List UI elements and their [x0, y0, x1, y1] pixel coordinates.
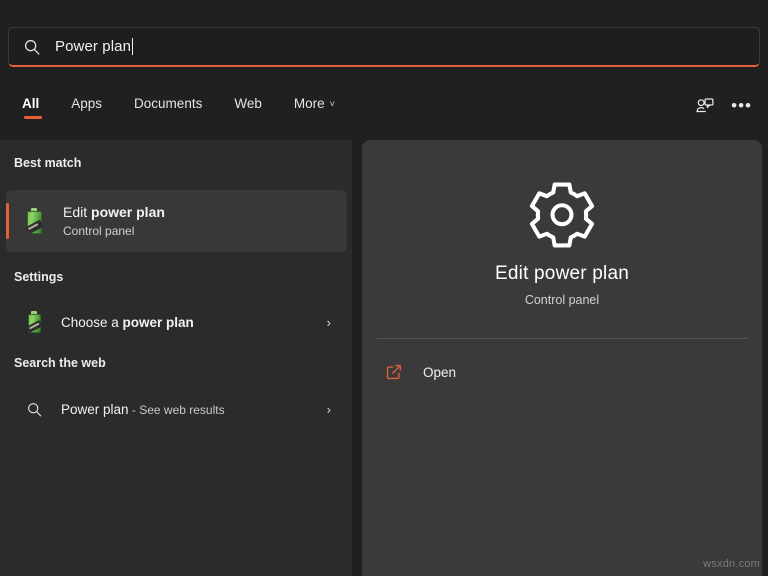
tab-all-label: All: [22, 95, 40, 111]
tab-documents-label: Documents: [134, 95, 203, 111]
tab-apps[interactable]: Apps: [55, 92, 118, 121]
result-subtitle: Control panel: [63, 224, 135, 238]
tab-documents[interactable]: Documents: [118, 92, 218, 121]
feedback-person-icon[interactable]: [691, 93, 717, 119]
result-row-web-search[interactable]: Power plan - See web results ›: [6, 389, 347, 429]
preview-divider: [377, 338, 748, 339]
result-title-bold: power plan: [91, 204, 165, 220]
result-row-choose-a-power-plan[interactable]: Choose a power plan ›: [6, 302, 347, 342]
section-header-best-match: Best match: [14, 156, 82, 170]
result-row-edit-power-plan[interactable]: Edit power plan Control panel: [6, 190, 347, 252]
search-input-value[interactable]: Power plan: [55, 38, 131, 55]
preview-subtitle: Control panel: [524, 293, 600, 307]
text-caret: [132, 38, 134, 55]
chevron-right-icon[interactable]: ›: [327, 403, 331, 416]
result-title-suffix: - See web results: [128, 402, 225, 417]
gear-settings-icon: [362, 176, 762, 260]
result-text-group: Edit power plan Control panel: [63, 203, 165, 239]
tab-apps-label: Apps: [71, 95, 103, 111]
result-title-bold: power plan: [122, 314, 194, 330]
battery-power-icon: [21, 309, 47, 335]
open-action-label: Open: [423, 364, 457, 380]
tab-web[interactable]: Web: [218, 92, 278, 121]
chevron-down-icon: ˅: [329, 98, 335, 109]
section-header-settings: Settings: [14, 270, 64, 284]
result-title-query: Power plan: [61, 401, 129, 417]
windows-search-flyout: Power plan All Apps Documents Web More ˅: [0, 0, 768, 576]
section-header-search-the-web: Search the web: [14, 356, 106, 370]
result-title: Power plan - See web results: [61, 402, 225, 417]
tab-all[interactable]: All: [10, 92, 55, 121]
result-title-plain: Edit: [63, 204, 92, 220]
watermark: wsxdn.com: [703, 558, 760, 570]
tab-more[interactable]: More ˅: [278, 92, 351, 121]
result-title: Edit power plan: [63, 203, 165, 221]
filter-tabs: All Apps Documents Web More ˅: [0, 92, 351, 121]
tab-more-label: More: [293, 95, 325, 111]
battery-power-icon: [18, 205, 50, 237]
search-icon: [23, 38, 41, 56]
header-actions: •••: [691, 93, 768, 119]
preview-title: Edit power plan: [495, 263, 629, 284]
filter-tabs-bar: All Apps Documents Web More ˅ •••: [0, 86, 768, 126]
result-title-plain: Choose a: [61, 314, 123, 330]
more-options-button[interactable]: •••: [731, 97, 752, 114]
open-action-button[interactable]: Open: [384, 357, 684, 387]
tab-web-label: Web: [234, 95, 262, 111]
chevron-right-icon[interactable]: ›: [327, 316, 331, 329]
search-icon: [21, 396, 47, 422]
open-external-icon: [384, 362, 404, 382]
result-title: Choose a power plan: [61, 315, 194, 330]
search-box[interactable]: Power plan: [8, 27, 760, 67]
